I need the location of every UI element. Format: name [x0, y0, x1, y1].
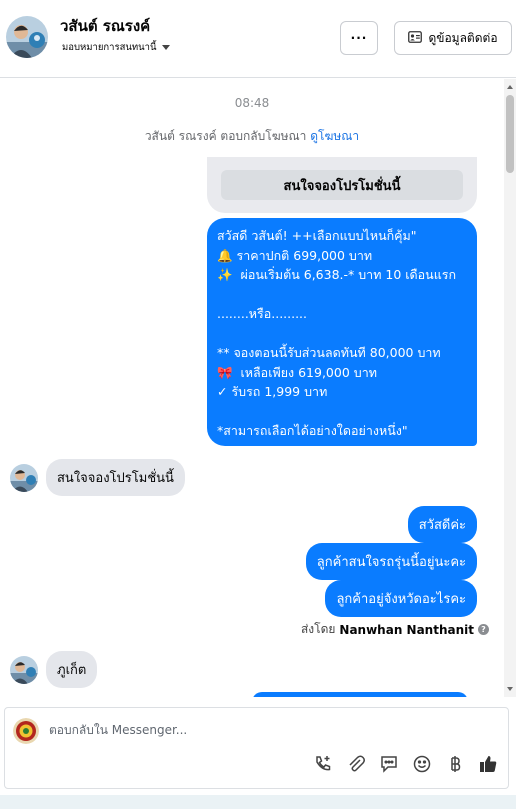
- call-add-icon[interactable]: [312, 753, 333, 774]
- baht-icon[interactable]: [444, 753, 465, 774]
- message-thread[interactable]: 08:48 วสันต์ รณรงค์ ตอบกลับโฆษณา ดูโฆษณา…: [0, 79, 516, 697]
- incoming-message-bubble: ภูเก็ต: [46, 651, 98, 688]
- composer-toolbar: [312, 753, 498, 774]
- message-composer: [4, 707, 509, 789]
- sent-by-prefix: ส่งโดย: [300, 622, 336, 636]
- ad-card: สนใจจองโปรโมชั่นนี้: [207, 157, 477, 213]
- sender-avatar: [10, 463, 38, 492]
- outgoing-message-bubble: ลูกค้าอยู่จังหวัดอะไรคะ: [325, 580, 477, 617]
- sender-avatar: [10, 655, 38, 684]
- thread-scrollbar[interactable]: [504, 79, 516, 697]
- scroll-thumb[interactable]: [506, 95, 514, 173]
- outgoing-message-bubble: ลูกค้าสนใจรถรุ่นนี้อยู่นะคะ: [305, 543, 477, 580]
- more-options-button[interactable]: ···: [340, 21, 378, 55]
- more-label: ···: [350, 31, 368, 45]
- incoming-message-bubble: สนใจจองโปรโมชั่นนี้: [46, 459, 185, 496]
- incoming-message-row: ภูเก็ต: [10, 651, 98, 688]
- contact-card-icon: [408, 30, 423, 46]
- contact-label: ดูข้อมูลติดต่อ: [428, 30, 498, 45]
- ad-reply-text: วสันต์ รณรงค์ ตอบกลับโฆษณา: [144, 129, 307, 143]
- message-timestamp: 08:48: [234, 96, 270, 110]
- ad-reply-notice: วสันต์ รณรงค์ ตอบกลับโฆษณา ดูโฆษณา: [0, 127, 504, 146]
- outgoing-message-bubble-partial: [252, 692, 468, 697]
- page-avatar: [13, 718, 39, 744]
- customer-avatar[interactable]: [6, 16, 48, 58]
- attach-icon[interactable]: [345, 753, 366, 774]
- reply-input[interactable]: [49, 723, 469, 737]
- assign-label: มอบหมายการสนทนานี้: [62, 42, 157, 53]
- customer-name: วสันต์ รณรงค์: [60, 17, 151, 35]
- assign-conversation-dropdown[interactable]: มอบหมายการสนทนานี้: [62, 40, 170, 55]
- outgoing-message-bubble: สวัสดีค่ะ: [407, 506, 477, 543]
- footer-strip: [0, 795, 516, 809]
- scroll-down-arrow-icon[interactable]: [507, 687, 513, 691]
- scroll-up-arrow-icon[interactable]: [507, 85, 513, 89]
- sent-by-name: Nanwhan Nanthanit: [339, 622, 474, 637]
- caret-down-icon: [161, 45, 170, 50]
- info-icon[interactable]: ?: [478, 624, 489, 635]
- ad-cta-button[interactable]: สนใจจองโปรโมชั่นนี้: [221, 170, 463, 200]
- promo-message-bubble: สวัสดี วสันต์! ++เลือกแบบไหนก็คุ้ม" 🔔 รา…: [207, 218, 477, 446]
- saved-reply-icon[interactable]: [378, 753, 399, 774]
- view-ad-link[interactable]: ดูโฆษณา: [310, 129, 359, 143]
- incoming-message-row: สนใจจองโปรโมชั่นนี้: [10, 459, 185, 496]
- conversation-header: วสันต์ รณรงค์ มอบหมายการสนทนานี้ ··· ดูข…: [0, 0, 516, 78]
- emoji-icon[interactable]: [411, 753, 432, 774]
- like-icon[interactable]: [477, 753, 498, 774]
- view-contact-button[interactable]: ดูข้อมูลติดต่อ: [394, 21, 512, 55]
- sent-by-label: ส่งโดย Nanwhan Nanthanit ?: [301, 620, 489, 639]
